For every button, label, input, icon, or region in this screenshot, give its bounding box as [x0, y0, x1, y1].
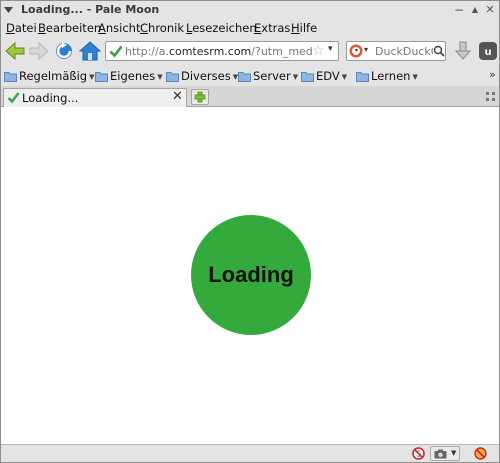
search-engine-dropdown-icon[interactable]: ▾ [364, 45, 368, 54]
folder-icon [4, 72, 17, 82]
duckduckgo-icon[interactable] [349, 44, 363, 58]
downloads-icon[interactable] [452, 40, 474, 62]
chevron-down-icon: ▼ [292, 73, 299, 81]
folder-icon [356, 72, 369, 82]
browser-window: Loading... - Pale Moon − ▲ ✕ Datei Bearb… [0, 0, 500, 463]
loading-text: Loading [208, 262, 294, 287]
loading-indicator: Loading [191, 215, 311, 335]
minimize-button[interactable]: − [452, 3, 466, 17]
page-content: Loading [1, 107, 499, 444]
menu-chronik[interactable]: Chronik [140, 21, 184, 35]
reload-icon[interactable] [53, 40, 75, 62]
url-bar[interactable]: http://a.comtesrm.com/?utm_medium= ☆ ▾ [105, 41, 339, 61]
bookmarks-toolbar: Regelmäßig ▼ Eigenes ▼ Diverses ▼ Server ▼ E… [1, 65, 499, 86]
chevron-down-icon: ▼ [341, 73, 348, 81]
status-bar: S ▼ [1, 444, 499, 462]
menu-bar: Datei Bearbeiten Ansicht Chronik Lesezei… [1, 20, 499, 37]
bookmark-folder-diverses[interactable]: Diverses ▼ [166, 69, 238, 83]
folder-icon [238, 72, 251, 82]
url-dropdown-icon[interactable]: ▾ [328, 44, 333, 54]
svg-text:u: u [484, 47, 491, 58]
folder-icon [166, 72, 179, 82]
sync-addon-icon[interactable]: u [477, 40, 499, 62]
tab-loading[interactable]: Loading... ✕ [3, 88, 187, 107]
bookmark-folder-server[interactable]: Server ▼ [238, 69, 298, 83]
bookmark-folder-edv[interactable]: EDV ▼ [301, 69, 347, 83]
menu-extras[interactable]: Extras [254, 21, 290, 35]
bookmark-star-icon[interactable]: ☆ [312, 43, 325, 59]
chevron-down-icon: ▼ [157, 73, 163, 81]
home-icon[interactable] [79, 40, 101, 62]
bookmark-folder-eigenes[interactable]: Eigenes ▼ [95, 69, 163, 83]
menu-bearbeiten[interactable]: Bearbeiten [38, 21, 101, 35]
camera-icon [434, 449, 447, 459]
menu-ansicht[interactable]: Ansicht [98, 21, 140, 35]
menu-hilfe[interactable]: Hilfe [291, 21, 317, 35]
search-input[interactable]: DuckDuckG [375, 45, 433, 58]
chevron-down-icon: ▼ [451, 449, 457, 457]
menu-datei[interactable]: Datei [6, 21, 37, 35]
site-identity-check-icon[interactable] [109, 44, 123, 58]
title-bar: Loading... - Pale Moon − ▲ ✕ [1, 1, 499, 20]
window-title: Loading... - Pale Moon [21, 3, 160, 16]
tab-favicon-check-icon [7, 92, 20, 104]
tab-label: Loading... [22, 91, 79, 105]
back-arrow-icon[interactable] [4, 40, 26, 62]
folder-icon [95, 72, 108, 82]
app-menu-icon[interactable] [4, 5, 13, 14]
bookmark-folder-lernen[interactable]: Lernen ▼ [356, 69, 418, 83]
blocked-content-icon[interactable] [474, 447, 487, 460]
url-text[interactable]: http://a.comtesrm.com/?utm_medium= [125, 45, 313, 58]
search-icon[interactable] [433, 45, 445, 57]
screenshot-button[interactable]: ▼ [430, 446, 460, 461]
chevron-down-icon: ▼ [412, 73, 418, 81]
tab-bar: Loading... ✕ [1, 86, 499, 107]
menu-lesezeichen[interactable]: Lesezeichen [186, 21, 257, 35]
folder-icon [301, 72, 314, 82]
forward-arrow-icon[interactable] [28, 40, 50, 62]
search-bar[interactable]: ▾ DuckDuckG [346, 41, 446, 61]
tab-close-icon[interactable]: ✕ [172, 90, 183, 104]
close-button[interactable]: ✕ [483, 3, 497, 17]
tab-grid-icon[interactable] [486, 92, 495, 101]
script-blocker-icon[interactable]: S [412, 447, 425, 460]
bookmark-folder-regelmaessig[interactable]: Regelmäßig ▼ [4, 69, 95, 83]
navigation-toolbar: http://a.comtesrm.com/?utm_medium= ☆ ▾ ▾… [1, 37, 499, 65]
new-tab-button[interactable] [191, 89, 209, 105]
maximize-button[interactable]: ▲ [468, 3, 482, 17]
plus-icon [194, 91, 206, 103]
bookmarks-overflow-button[interactable]: » [489, 68, 496, 81]
chevron-down-icon: ▼ [89, 73, 95, 81]
